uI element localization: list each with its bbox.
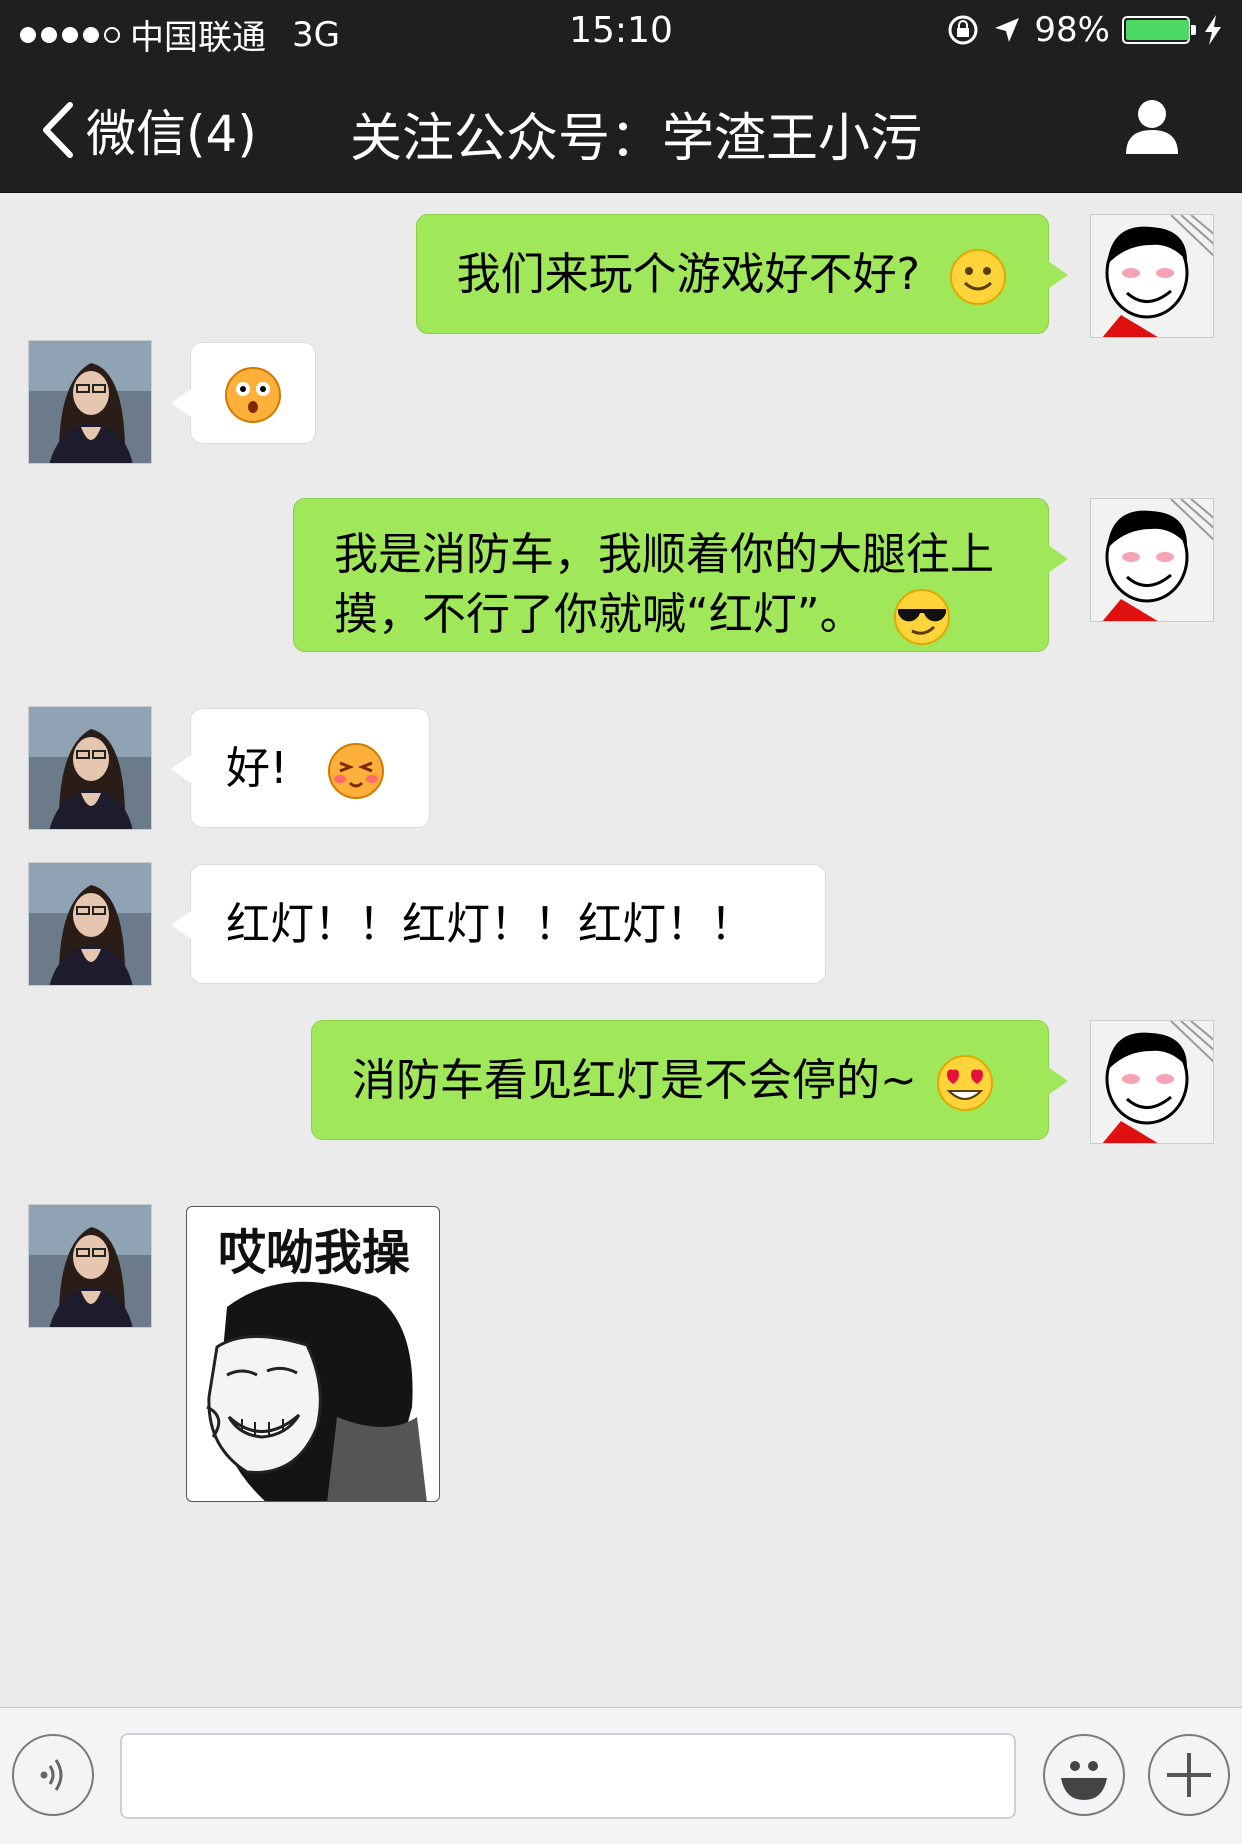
received-bubble[interactable]: 红灯！！红灯！！红灯！！ bbox=[171, 864, 826, 984]
heart-eyes-emoji-icon bbox=[936, 1055, 993, 1111]
message-text: 我们来玩个游戏好不好? bbox=[456, 249, 920, 300]
sticker-message[interactable]: 哎呦我操 bbox=[186, 1206, 440, 1502]
plus-icon bbox=[1167, 1753, 1211, 1797]
message-input[interactable] bbox=[120, 1733, 1016, 1819]
voice-button[interactable] bbox=[12, 1734, 94, 1816]
avatar-contact[interactable] bbox=[28, 706, 152, 830]
photo-avatar-icon bbox=[29, 863, 151, 985]
chat-area[interactable]: 我们来玩个游戏好不好? 我是消防车，我顺着你的大腿往上 摸，不行了你就喊“红灯”… bbox=[0, 192, 1242, 1707]
cartoon-avatar-icon bbox=[1091, 1021, 1213, 1143]
message-row: 我们来玩个游戏好不好? bbox=[0, 214, 1242, 340]
orientation-lock-icon bbox=[948, 15, 978, 45]
emoji-button[interactable] bbox=[1043, 1734, 1125, 1816]
person-icon[interactable] bbox=[1122, 96, 1182, 156]
status-right: 98% bbox=[946, 10, 1224, 50]
message-row: 哎呦我操 bbox=[0, 1204, 1242, 1504]
message-row: 好! bbox=[0, 706, 1242, 830]
charging-bolt-icon bbox=[1205, 15, 1221, 45]
message-row bbox=[0, 340, 1242, 464]
avatar-self[interactable] bbox=[1090, 1020, 1214, 1144]
sent-bubble[interactable]: 我们来玩个游戏好不好? bbox=[415, 214, 1069, 334]
chat-title: 关注公众号：学渣王小污 bbox=[349, 109, 922, 169]
battery-percent: 98% bbox=[1034, 10, 1110, 50]
location-arrow-icon bbox=[995, 18, 1020, 42]
avatar-contact[interactable] bbox=[28, 862, 152, 986]
avatar-contact[interactable] bbox=[28, 1204, 152, 1328]
cartoon-avatar-icon bbox=[1091, 215, 1213, 337]
meme-face-icon bbox=[206, 1281, 427, 1501]
plus-button[interactable] bbox=[1148, 1734, 1230, 1816]
emoji-icon bbox=[1061, 1761, 1107, 1800]
surprised-emoji-icon bbox=[225, 367, 281, 423]
cartoon-avatar-icon bbox=[1091, 499, 1213, 621]
sent-bubble[interactable]: 消防车看见红灯是不会停的~ bbox=[311, 1020, 1068, 1140]
blush-emoji-icon bbox=[327, 743, 384, 799]
avatar-self[interactable] bbox=[1090, 214, 1214, 338]
photo-avatar-icon bbox=[29, 1205, 151, 1327]
message-text: 消防车看见红灯是不会停的~ bbox=[352, 1055, 917, 1106]
sent-bubble[interactable]: 我是消防车，我顺着你的大腿往上 摸，不行了你就喊“红灯”。 bbox=[293, 498, 1068, 652]
photo-avatar-icon bbox=[29, 707, 151, 829]
smile-emoji-icon bbox=[950, 249, 1006, 305]
nav-bar: 微信(4) 关注公众号：学渣王小污 bbox=[0, 62, 1242, 193]
voice-icon bbox=[40, 1759, 63, 1791]
received-bubble[interactable]: 好! bbox=[171, 708, 430, 828]
received-bubble[interactable] bbox=[171, 342, 316, 444]
message-text: 红灯！！红灯！！红灯！！ bbox=[226, 899, 754, 950]
message-text: 好! bbox=[226, 743, 288, 794]
message-text-line2: 摸，不行了你就喊“红灯”。 bbox=[334, 589, 864, 640]
message-row: 消防车看见红灯是不会停的~ bbox=[0, 1020, 1242, 1146]
battery-fill bbox=[1126, 20, 1189, 40]
input-bar bbox=[0, 1707, 1242, 1844]
message-row: 我是消防车，我顺着你的大腿往上 摸，不行了你就喊“红灯”。 bbox=[0, 498, 1242, 658]
avatar-contact[interactable] bbox=[28, 340, 152, 464]
message-text-line1: 我是消防车，我顺着你的大腿往上 bbox=[334, 529, 994, 580]
battery-icon bbox=[1122, 16, 1196, 44]
status-bar: 中国联通 3G 15:10 98% bbox=[0, 0, 1242, 62]
photo-avatar-icon bbox=[29, 341, 151, 463]
avatar-self[interactable] bbox=[1090, 498, 1214, 622]
sunglasses-emoji-icon bbox=[893, 589, 950, 645]
message-row: 红灯！！红灯！！红灯！！ bbox=[0, 862, 1242, 986]
